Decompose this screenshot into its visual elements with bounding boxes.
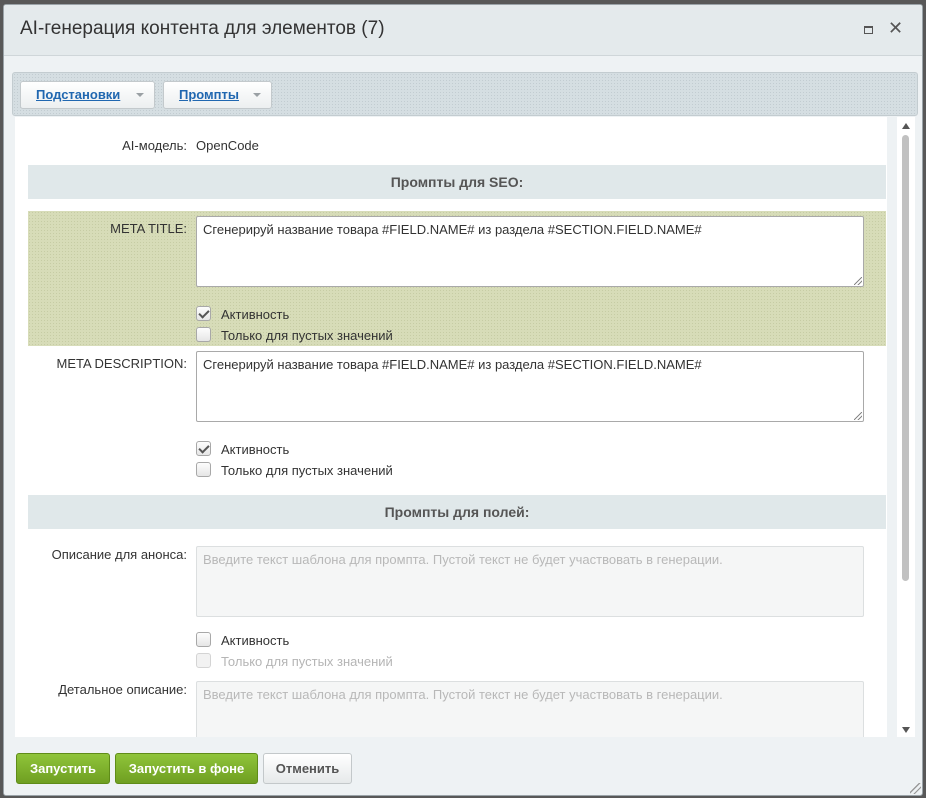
detail-text-textarea[interactable]: Введите текст шаблона для промпта. Пусто… bbox=[196, 681, 864, 737]
chevron-down-icon bbox=[253, 93, 261, 97]
dialog-titlebar[interactable]: AI-генерация контента для элементов (7) … bbox=[4, 5, 922, 56]
meta-description-textarea[interactable]: Сгенерируй название товара #FIELD.NAME# … bbox=[196, 351, 864, 422]
prompts-dropdown-button[interactable]: Промпты bbox=[163, 81, 272, 109]
meta-description-active-label[interactable]: Активность bbox=[221, 442, 289, 457]
run-in-background-button[interactable]: Запустить в фоне bbox=[115, 753, 258, 784]
meta-title-active-label[interactable]: Активность bbox=[221, 307, 289, 322]
substitutions-dropdown-button[interactable]: Подстановки bbox=[20, 81, 155, 109]
meta-title-text: Сгенерируй название товара #FIELD.NAME# … bbox=[203, 222, 702, 237]
scroll-down-arrow-icon[interactable] bbox=[902, 727, 910, 733]
ai-generation-dialog: AI-генерация контента для элементов (7) … bbox=[3, 4, 923, 796]
meta-description-active-checkbox[interactable] bbox=[196, 441, 211, 456]
chevron-down-icon bbox=[136, 93, 144, 97]
content-scrollbar[interactable] bbox=[897, 117, 915, 737]
ai-model-label: AI-модель: bbox=[122, 138, 187, 153]
close-icon[interactable]: ✕ bbox=[888, 18, 903, 38]
dialog-title: AI-генерация контента для элементов (7) bbox=[20, 18, 385, 39]
substitutions-label: Подстановки bbox=[36, 87, 121, 102]
preview-text-placeholder: Введите текст шаблона для промпта. Пусто… bbox=[203, 552, 723, 567]
seo-section-header: Промпты для SEO: bbox=[28, 165, 886, 199]
meta-title-active-checkbox[interactable] bbox=[196, 306, 211, 321]
run-button[interactable]: Запустить bbox=[16, 753, 110, 784]
preview-text-empty-only-label: Только для пустых значений bbox=[221, 654, 393, 669]
preview-text-label: Описание для анонса: bbox=[51, 547, 187, 562]
resize-handle-icon[interactable] bbox=[854, 412, 862, 420]
preview-text-empty-only-checkbox bbox=[196, 653, 211, 668]
meta-title-label: META TITLE: bbox=[110, 221, 187, 236]
resize-handle-icon[interactable] bbox=[854, 277, 862, 285]
fields-section-header: Промпты для полей: bbox=[28, 495, 886, 529]
dialog-toolbar: Подстановки Промпты bbox=[12, 72, 918, 116]
detail-text-placeholder: Введите текст шаблона для промпта. Пусто… bbox=[203, 687, 723, 702]
meta-title-empty-only-checkbox[interactable] bbox=[196, 327, 211, 342]
maximize-icon[interactable] bbox=[864, 26, 873, 34]
preview-text-active-checkbox[interactable] bbox=[196, 632, 211, 647]
scrollbar-thumb[interactable] bbox=[902, 135, 909, 581]
detail-text-label: Детальное описание: bbox=[58, 682, 187, 697]
meta-title-textarea[interactable]: Сгенерируй название товара #FIELD.NAME# … bbox=[196, 216, 864, 287]
meta-description-empty-only-label[interactable]: Только для пустых значений bbox=[221, 463, 393, 478]
prompts-label: Промпты bbox=[179, 87, 239, 102]
form-content[interactable]: AI-модель: OpenCode Промпты для SEO: MET… bbox=[15, 117, 887, 737]
meta-description-label: META DESCRIPTION: bbox=[56, 356, 188, 371]
ai-model-value: OpenCode bbox=[196, 138, 259, 153]
preview-text-active-label[interactable]: Активность bbox=[221, 633, 289, 648]
meta-title-empty-only-label[interactable]: Только для пустых значений bbox=[221, 328, 393, 343]
meta-description-empty-only-checkbox[interactable] bbox=[196, 462, 211, 477]
meta-description-text: Сгенерируй название товара #FIELD.NAME# … bbox=[203, 357, 702, 372]
dialog-resize-grip-icon[interactable] bbox=[910, 783, 921, 794]
preview-text-textarea[interactable]: Введите текст шаблона для промпта. Пусто… bbox=[196, 546, 864, 617]
scroll-up-arrow-icon[interactable] bbox=[902, 123, 910, 129]
cancel-button[interactable]: Отменить bbox=[263, 753, 352, 784]
